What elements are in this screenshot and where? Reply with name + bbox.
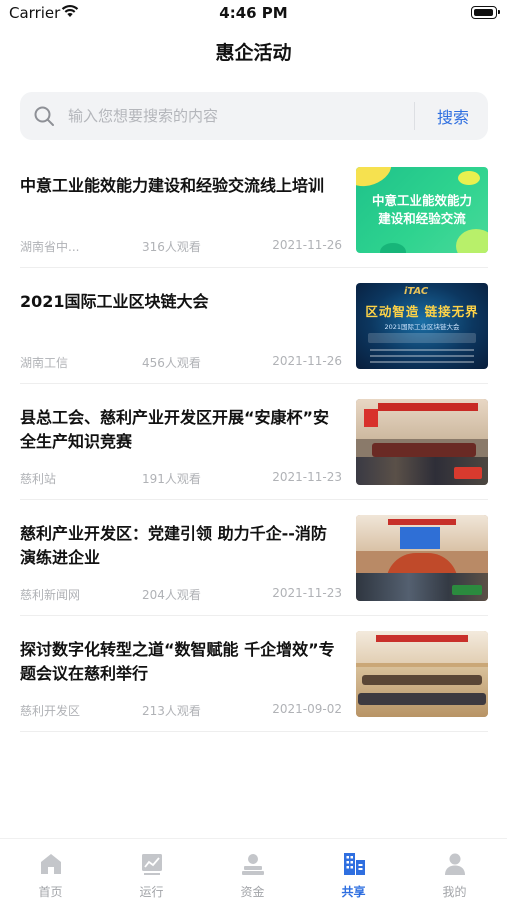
news-source: 湖南工信 bbox=[20, 356, 69, 370]
search-divider bbox=[414, 102, 415, 130]
news-views: 316人观看 bbox=[142, 240, 201, 254]
news-item[interactable]: 探讨数字化转型之道“数智赋能 千企增效”专题会议在慈利举行 慈利开发区 213人… bbox=[20, 616, 488, 732]
news-thumbnail bbox=[356, 515, 488, 601]
news-source: 慈利站 bbox=[20, 472, 57, 486]
page-title: 惠企活动 bbox=[215, 42, 292, 64]
funds-icon bbox=[242, 854, 264, 875]
tab-label: 首页 bbox=[38, 885, 63, 899]
news-views: 456人观看 bbox=[142, 356, 201, 370]
thumbnail-text: 中意工业能效能力 bbox=[371, 193, 472, 208]
battery-icon bbox=[471, 6, 500, 19]
news-date: 2021-11-23 bbox=[272, 586, 342, 600]
tab-bar: 首页 运行 资金 共享 我的 bbox=[0, 838, 507, 900]
tab-operation[interactable]: 运行 bbox=[101, 839, 202, 900]
user-icon bbox=[445, 853, 465, 875]
tab-mine[interactable]: 我的 bbox=[404, 839, 505, 900]
news-date: 2021-11-26 bbox=[272, 238, 342, 252]
tab-label: 运行 bbox=[139, 885, 164, 899]
search-icon bbox=[34, 106, 54, 126]
thumbnail-text: 2021国际工业区块链大会 bbox=[384, 323, 460, 331]
news-thumbnail: 中意工业能效能力 建设和经验交流 bbox=[356, 167, 488, 253]
news-views: 204人观看 bbox=[142, 588, 201, 602]
news-title: 中意工业能效能力建设和经验交流线上培训 bbox=[20, 176, 325, 195]
tab-label: 我的 bbox=[442, 885, 467, 899]
tab-label: 资金 bbox=[240, 885, 265, 899]
home-icon bbox=[41, 854, 61, 874]
thumbnail-text: iTAC bbox=[404, 286, 429, 297]
tab-home[interactable]: 首页 bbox=[0, 839, 101, 900]
tab-share[interactable]: 共享 bbox=[303, 839, 404, 900]
search-button[interactable]: 搜索 bbox=[418, 92, 488, 140]
thumbnail-text: 区动智造 链接无界 bbox=[365, 304, 479, 319]
news-source: 慈利新闻网 bbox=[20, 588, 81, 602]
chart-icon bbox=[142, 854, 162, 875]
news-source: 慈利开发区 bbox=[20, 704, 81, 718]
news-thumbnail: iTAC 区动智造 链接无界 2021国际工业区块链大会 bbox=[356, 283, 488, 369]
search-input[interactable] bbox=[68, 92, 418, 140]
news-date: 2021-11-26 bbox=[272, 354, 342, 368]
news-date: 2021-11-23 bbox=[272, 470, 342, 484]
news-date: 2021-09-02 bbox=[272, 702, 342, 716]
tab-label: 共享 bbox=[341, 885, 366, 899]
news-thumbnail bbox=[356, 399, 488, 485]
search-bar: 搜索 bbox=[20, 92, 488, 140]
tab-funds[interactable]: 资金 bbox=[202, 839, 303, 900]
news-item[interactable]: 2021国际工业区块链大会 湖南工信 456人观看 2021-11-26 iTA… bbox=[20, 268, 488, 384]
news-item[interactable]: 中意工业能效能力建设和经验交流线上培训 湖南省中... 316人观看 2021-… bbox=[20, 152, 488, 268]
news-item[interactable]: 县总工会、慈利产业开发区开展“安康杯”安全生产知识竞赛 慈利站 191人观看 2… bbox=[20, 384, 488, 500]
news-list: 中意工业能效能力建设和经验交流线上培训 湖南省中... 316人观看 2021-… bbox=[20, 152, 488, 732]
news-views: 213人观看 bbox=[142, 704, 201, 718]
news-title: 慈利产业开发区：党建引领 助力千企--消防演练进企业 bbox=[20, 524, 327, 567]
news-views: 191人观看 bbox=[142, 472, 201, 486]
news-title: 县总工会、慈利产业开发区开展“安康杯”安全生产知识竞赛 bbox=[20, 408, 330, 451]
news-item[interactable]: 慈利产业开发区：党建引领 助力千企--消防演练进企业 慈利新闻网 204人观看 … bbox=[20, 500, 488, 616]
news-title: 探讨数字化转型之道“数智赋能 千企增效”专题会议在慈利举行 bbox=[20, 640, 335, 683]
share-building-icon bbox=[344, 853, 365, 875]
news-source: 湖南省中... bbox=[20, 240, 80, 254]
news-title: 2021国际工业区块链大会 bbox=[20, 292, 209, 311]
clock: 4:46 PM bbox=[219, 4, 288, 22]
status-bar: Carrier 4:46 PM bbox=[0, 0, 507, 28]
thumbnail-text: 建设和经验交流 bbox=[378, 211, 466, 226]
news-thumbnail bbox=[356, 631, 488, 717]
